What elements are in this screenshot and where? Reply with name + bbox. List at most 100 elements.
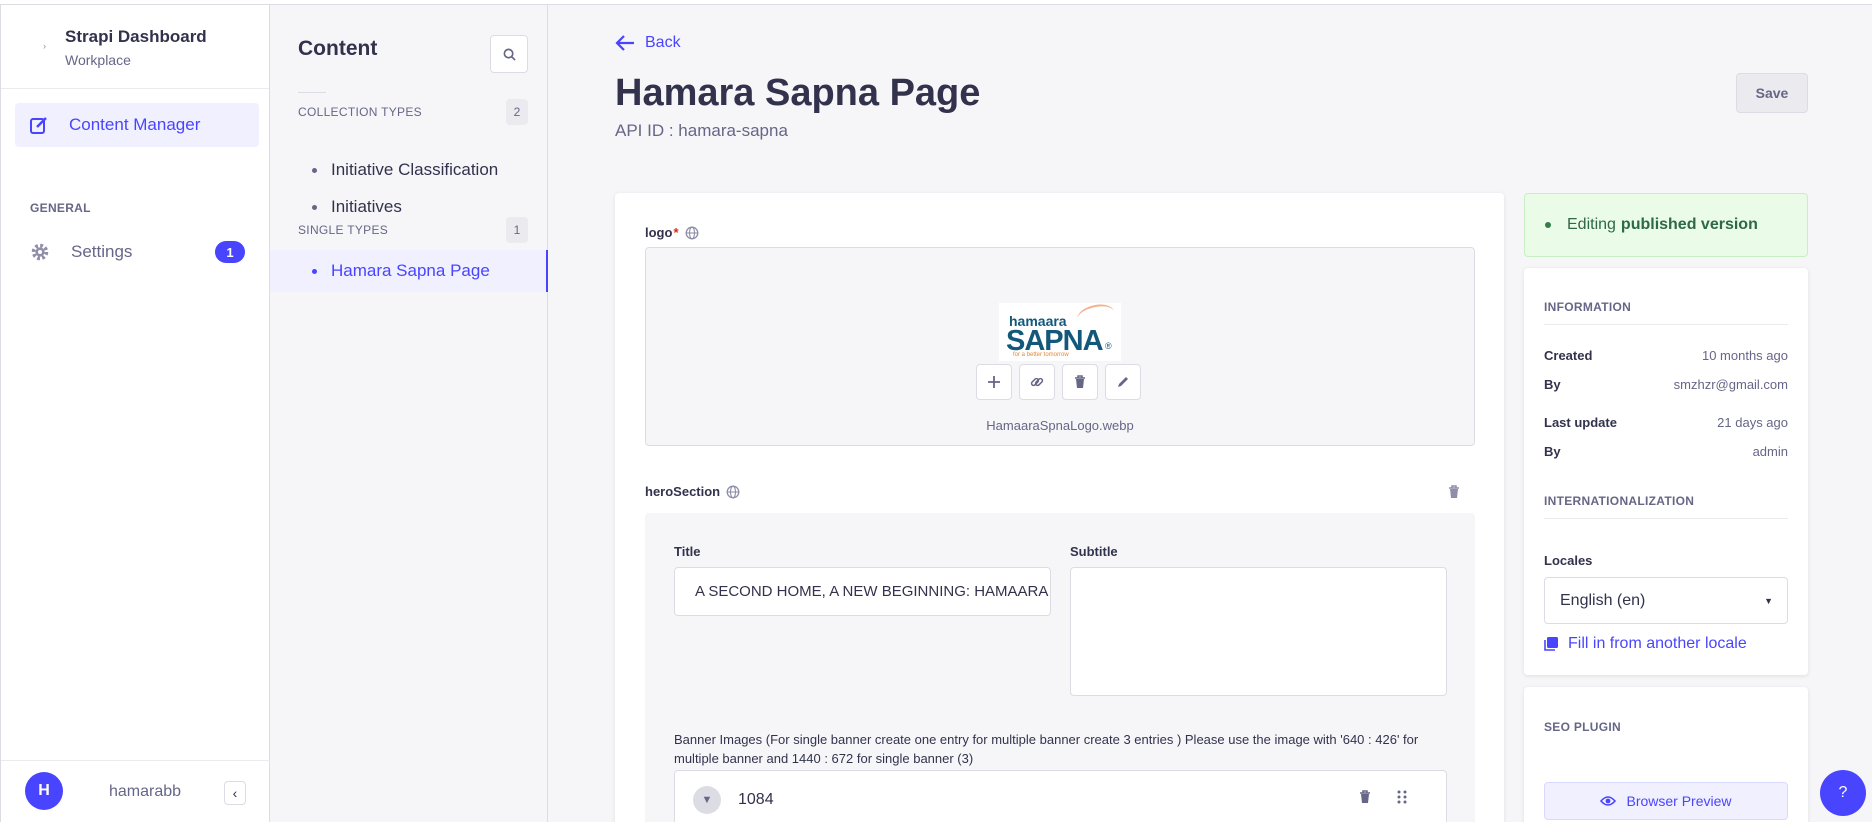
created-row: Created 10 months ago — [1544, 348, 1788, 363]
content-manager-icon — [30, 117, 47, 134]
nav-general-heading: GENERAL — [30, 201, 91, 215]
information-panel: INFORMATION Created 10 months ago By smz… — [1524, 268, 1808, 675]
seo-heading: SEO PLUGIN — [1544, 720, 1622, 734]
delete-hero-section-button[interactable] — [1448, 485, 1460, 504]
created-value: 10 months ago — [1701, 348, 1788, 363]
updated-by-value: admin — [1752, 444, 1788, 459]
status-dot-icon — [1545, 222, 1551, 228]
subtitle-label: Subtitle — [1070, 544, 1118, 559]
subnav-item-initiative-classification[interactable]: Initiative Classification — [270, 149, 548, 191]
copy-link-button[interactable] — [1019, 364, 1055, 400]
brand-header: › Strapi Dashboard Workplace — [1, 5, 269, 89]
banner-images-label: Banner Images (For single banner create … — [674, 732, 1419, 766]
add-media-button[interactable] — [976, 364, 1012, 400]
banner-entry[interactable]: ▼ 1084 — [674, 770, 1447, 822]
subnav-divider — [298, 92, 326, 93]
delete-media-button[interactable] — [1062, 364, 1098, 400]
locale-select[interactable]: English (en) ▼ — [1544, 577, 1788, 624]
single-types-heading: SINGLE TYPES — [298, 223, 389, 237]
main-nav: › Strapi Dashboard Workplace Content Man… — [0, 5, 270, 822]
logo-media-input[interactable]: hamaara SAPNA ® for a better tomorrow Ha… — [645, 247, 1475, 446]
updated-by-label: By — [1544, 444, 1561, 459]
arrow-left-icon — [615, 35, 634, 51]
link-icon — [1030, 377, 1044, 387]
created-by-row: By smzhzr@gmail.com — [1544, 377, 1788, 392]
banner-entry-title: 1084 — [738, 791, 774, 808]
drag-handle[interactable] — [1397, 790, 1407, 809]
collection-types-heading: COLLECTION TYPES — [298, 105, 422, 119]
eye-icon — [1600, 796, 1617, 806]
logo-filename: HamaaraSpnaLogo.webp — [986, 418, 1134, 433]
api-id: API ID : hamara-sapna — [615, 121, 788, 140]
collection-types-count: 2 — [506, 99, 528, 125]
subnav-item-hamara-sapna-page[interactable]: Hamara Sapna Page — [270, 250, 548, 292]
page-title: Hamara Sapna Page — [615, 72, 981, 114]
bullet-icon — [312, 167, 317, 173]
edit-form-card: logo * hamaara SAPNA ® for a better tomo… — [615, 193, 1504, 822]
expand-entry-button[interactable]: ▼ — [693, 786, 721, 814]
updated-label: Last update — [1544, 415, 1617, 430]
browser-preview-label: Browser Preview — [1626, 793, 1732, 809]
media-actions — [976, 364, 1141, 400]
subnav-item-label: Hamara Sapna Page — [331, 261, 490, 280]
drag-icon — [1397, 790, 1407, 804]
status-banner: Editing published version — [1524, 193, 1808, 257]
status-prefix: Editing — [1567, 216, 1616, 233]
updated-by-row: By admin — [1544, 444, 1788, 459]
nav-settings-label: Settings — [71, 242, 133, 261]
internationalization-heading: INTERNATIONALIZATION — [1544, 494, 1788, 519]
content-subnav: Content COLLECTION TYPES 2 Initiative Cl… — [270, 5, 548, 822]
collection-types-section[interactable]: COLLECTION TYPES 2 — [298, 99, 528, 125]
logo-registered-mark: ® — [1105, 341, 1112, 351]
help-button[interactable]: ? — [1820, 770, 1866, 816]
globe-icon — [685, 226, 698, 239]
subnav-item-label: Initiative Classification — [331, 160, 499, 179]
trash-icon — [1449, 485, 1459, 498]
bullet-icon — [312, 204, 317, 210]
fill-from-locale-button[interactable]: Fill in from another locale — [1544, 635, 1747, 653]
collapse-nav-button[interactable]: ‹ — [224, 781, 246, 805]
duplicate-icon — [1544, 637, 1558, 651]
globe-icon — [726, 485, 740, 498]
delete-entry-button[interactable] — [1359, 790, 1371, 809]
nav-content-manager[interactable]: Content Manager — [15, 103, 259, 147]
search-icon — [503, 48, 516, 61]
nav-settings[interactable]: Settings 1 — [15, 232, 259, 272]
logo-preview-image: hamaara SAPNA ® for a better tomorrow — [999, 301, 1121, 361]
trash-icon — [1075, 375, 1085, 388]
updated-row: Last update 21 days ago — [1544, 415, 1788, 430]
back-label: Back — [645, 34, 681, 51]
title-input[interactable]: A SECOND HOME, A NEW BEGINNING: HAMAARA … — [674, 567, 1051, 616]
hero-section-label-text: heroSection — [645, 484, 721, 499]
caret-down-icon: ▼ — [1764, 596, 1773, 606]
created-label: Created — [1544, 348, 1593, 363]
gear-icon — [31, 243, 49, 261]
locale-selected: English (en) — [1560, 592, 1646, 609]
back-link[interactable]: Back — [615, 34, 681, 52]
workspace-name: Workplace — [65, 52, 131, 68]
trash-icon — [1360, 790, 1370, 803]
nav-content-manager-label: Content Manager — [69, 115, 201, 134]
edit-media-button[interactable] — [1105, 364, 1141, 400]
fill-from-locale-label: Fill in from another locale — [1568, 635, 1747, 652]
logo-label-text: logo — [645, 225, 673, 240]
single-types-section[interactable]: SINGLE TYPES 1 — [298, 217, 528, 243]
chevron-down-icon: ▼ — [701, 794, 713, 806]
created-by-value: smzhzr@gmail.com — [1673, 377, 1788, 392]
subnav-item-label: Initiatives — [331, 197, 402, 216]
plus-icon — [988, 376, 1000, 388]
avatar[interactable]: H — [25, 772, 63, 810]
single-types-count: 1 — [506, 217, 528, 243]
browser-preview-button[interactable]: Browser Preview — [1544, 782, 1788, 820]
save-button[interactable]: Save — [1736, 73, 1808, 113]
bullet-icon — [312, 268, 317, 274]
username[interactable]: hamarabb — [109, 783, 181, 801]
hero-section-label: heroSection — [645, 484, 740, 499]
chevron-left-icon: ‹ — [232, 785, 238, 801]
created-by-label: By — [1544, 377, 1561, 392]
search-button[interactable] — [490, 35, 528, 73]
hero-section-component: Title A SECOND HOME, A NEW BEGINNING: HA… — [645, 513, 1475, 822]
subtitle-textarea[interactable] — [1070, 567, 1447, 696]
app-name: Strapi Dashboard — [65, 27, 207, 46]
seo-panel: SEO PLUGIN Browser Preview — [1524, 687, 1808, 822]
